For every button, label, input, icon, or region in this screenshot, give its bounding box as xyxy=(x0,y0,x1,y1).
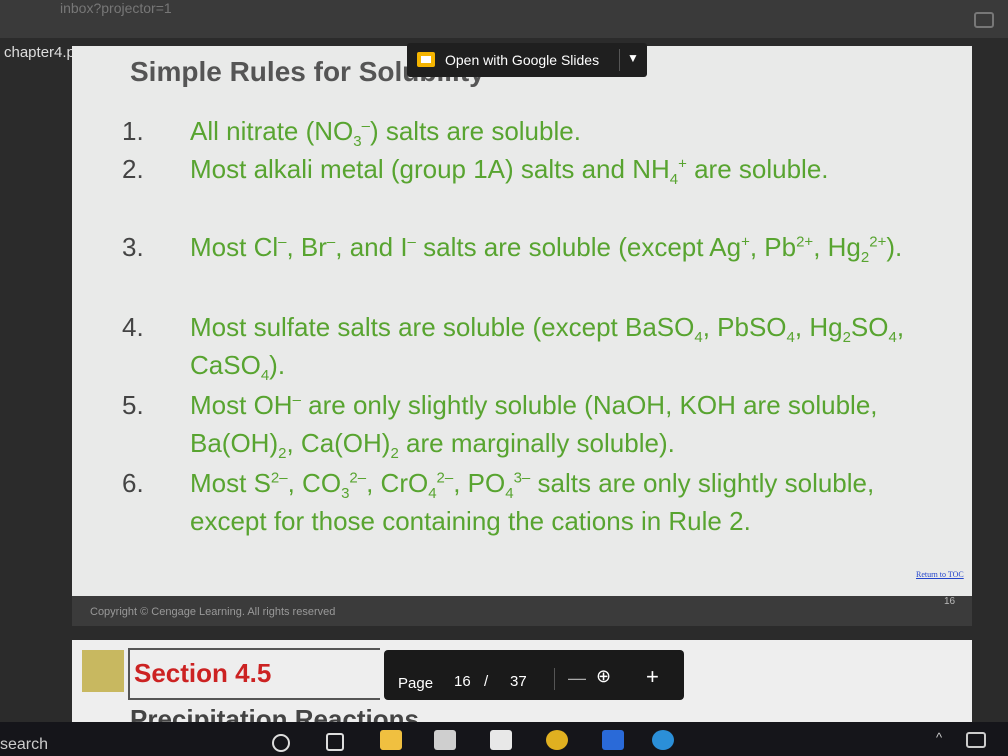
rule-text: Most S2–, CO32–, CrO42–, PO43– salts are… xyxy=(190,468,875,536)
rule-number: 2. xyxy=(122,154,144,184)
total-pages: 37 xyxy=(510,673,527,690)
task-view-icon[interactable] xyxy=(326,733,344,751)
zoom-in-button[interactable]: + xyxy=(646,664,659,690)
display-icon[interactable] xyxy=(966,732,986,748)
chevron-down-icon[interactable]: ▼ xyxy=(627,51,639,65)
rule-number: 5. xyxy=(122,390,144,420)
window-restore-icon[interactable] xyxy=(974,12,994,28)
rule-text: Most OH– are only slightly soluble (NaOH… xyxy=(190,390,878,463)
rule-number: 4. xyxy=(122,312,144,342)
file-explorer-icon[interactable] xyxy=(380,730,402,750)
store-icon[interactable] xyxy=(434,730,456,750)
divider xyxy=(554,668,555,690)
copyright-text: Copyright © Cengage Learning. All rights… xyxy=(90,606,336,618)
rule-text: Most sulfate salts are soluble (except B… xyxy=(190,312,905,385)
divider xyxy=(619,49,620,71)
chevron-up-icon[interactable]: ^ xyxy=(936,730,958,750)
page-separator: / xyxy=(484,673,489,690)
section-color-block xyxy=(82,650,124,692)
taskbar-search[interactable]: search xyxy=(0,736,48,754)
section-title-box: Section 4.5 xyxy=(128,648,380,700)
page-navigator: Page 16 / 37 — ⊕ + xyxy=(384,650,684,700)
rule-number: 6. xyxy=(122,468,144,498)
open-with-label: Open with Google Slides xyxy=(445,52,600,68)
section-title: Section 4.5 xyxy=(134,658,272,688)
rule-number: 3. xyxy=(122,232,144,262)
slide: Simple Rules for Solubility 1. All nitra… xyxy=(72,46,972,626)
url-text[interactable]: inbox?projector=1 xyxy=(60,0,172,16)
rule-text: Most Cl–, Br–, and I– salts are soluble … xyxy=(190,232,903,267)
chrome-icon[interactable] xyxy=(546,730,568,750)
google-slides-icon xyxy=(417,52,435,67)
slide-number: 16 xyxy=(944,596,956,607)
cortana-icon[interactable] xyxy=(272,734,290,752)
windows-taskbar: search ^ xyxy=(0,722,1008,756)
return-to-toc-link[interactable]: Return to TOC xyxy=(916,570,964,579)
page-label: Page xyxy=(398,675,434,692)
mail-icon[interactable] xyxy=(490,730,512,750)
rule-text: All nitrate (NO3–) salts are soluble. xyxy=(190,116,581,151)
rule-text: Most alkali metal (group 1A) salts and N… xyxy=(190,154,829,189)
zoom-icon[interactable]: ⊕ xyxy=(596,666,611,687)
browser-top-bar: inbox?projector=1 xyxy=(0,0,1008,38)
rule-number: 1. xyxy=(122,116,144,146)
edge-icon[interactable] xyxy=(652,730,674,750)
current-page[interactable]: 16 xyxy=(454,673,471,690)
defender-icon[interactable] xyxy=(602,730,624,750)
open-with-google-slides-button[interactable]: Open with Google Slides ▼ xyxy=(407,43,647,77)
zoom-out-button[interactable]: — xyxy=(568,668,586,689)
